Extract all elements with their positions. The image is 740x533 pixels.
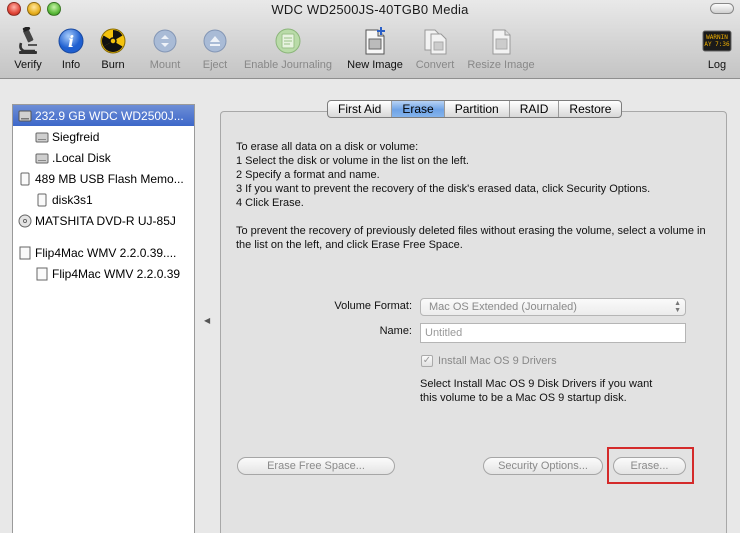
- resize-image-icon: [486, 26, 516, 56]
- sidebar-item-disk3s1[interactable]: disk3s1: [13, 189, 194, 210]
- security-options-button[interactable]: Security Options...: [483, 457, 603, 475]
- eject-label: Eject: [202, 59, 228, 71]
- os9-drivers-note: Select Install Mac OS 9 Disk Drivers if …: [420, 378, 653, 404]
- sidebar-item-local-disk[interactable]: .Local Disk: [13, 147, 194, 168]
- tab-partition[interactable]: Partition: [445, 101, 510, 117]
- mount-icon: [150, 26, 180, 56]
- os9-drivers-label: Install Mac OS 9 Drivers: [438, 355, 557, 367]
- split-view-handle-icon[interactable]: ◀: [204, 316, 210, 325]
- convert-label: Convert: [415, 59, 455, 71]
- sidebar-item-siegfreid[interactable]: Siegfreid: [13, 126, 194, 147]
- mount-button[interactable]: Mount: [145, 26, 185, 76]
- resize-image-label: Resize Image: [467, 59, 535, 71]
- instruction-line: 3 If you want to prevent the recovery of…: [236, 183, 651, 195]
- sidebar-item-label: Siegfreid: [52, 129, 100, 144]
- volume-format-select[interactable]: Mac OS Extended (Journaled) ▲ ▼: [420, 298, 686, 316]
- sidebar-item-label: .Local Disk: [52, 150, 111, 165]
- free-space-instructions: To prevent the recovery of previously de…: [236, 225, 706, 251]
- window-title: WDC WD2500JS-40TGB0 Media: [271, 2, 469, 17]
- dvd-icon: [18, 214, 32, 227]
- log-label: Log: [707, 59, 727, 71]
- disk-list[interactable]: 232.9 GB WDC WD2500J... Siegfreid .Local…: [12, 104, 195, 533]
- enable-journaling-label: Enable Journaling: [243, 59, 333, 71]
- sidebar-item-wdc-drive[interactable]: 232.9 GB WDC WD2500J...: [13, 105, 194, 126]
- log-button[interactable]: WARNIN AY 7:36 Log: [700, 26, 734, 76]
- log-icon-line-1: WARNIN: [706, 34, 728, 41]
- instruction-line: To erase all data on a disk or volume:: [236, 141, 419, 153]
- svg-text:i: i: [68, 32, 74, 51]
- name-label: Name:: [379, 325, 412, 337]
- new-image-label: New Image: [347, 59, 403, 71]
- sidebar-item-usb-flash[interactable]: 489 MB USB Flash Memo...: [13, 168, 194, 189]
- mount-label: Mount: [149, 59, 181, 71]
- log-icon: WARNIN AY 7:36: [702, 26, 732, 56]
- journaling-icon: [273, 26, 303, 56]
- hard-disk-icon: [18, 110, 32, 121]
- erase-instructions: To erase all data on a disk or volume: 1…: [236, 140, 650, 210]
- volume-icon: [35, 153, 49, 163]
- eject-button[interactable]: Eject: [197, 26, 233, 76]
- instruction-line: 2 Specify a format and name.: [236, 169, 380, 181]
- erase-button-highlight: [607, 447, 694, 484]
- volume-icon: [35, 132, 49, 142]
- volume-format-label: Volume Format:: [334, 300, 412, 312]
- tab-erase[interactable]: Erase: [392, 101, 445, 117]
- sidebar-item-label: 489 MB USB Flash Memo...: [35, 171, 184, 186]
- sidebar-item-label: Flip4Mac WMV 2.2.0.39....: [35, 245, 177, 260]
- select-arrows-icon: ▲ ▼: [674, 300, 681, 314]
- enable-journaling-button[interactable]: Enable Journaling: [240, 26, 336, 76]
- info-label: Info: [61, 59, 81, 71]
- disk-image-volume-icon: [36, 267, 48, 280]
- burn-button[interactable]: Burn: [96, 26, 130, 76]
- usb-drive-icon: [20, 172, 30, 185]
- verify-button[interactable]: Verify: [8, 26, 48, 76]
- instruction-line: 4 Click Erase.: [236, 197, 304, 209]
- tab-restore[interactable]: Restore: [559, 101, 621, 117]
- sidebar-item-dvd-drive[interactable]: MATSHITA DVD-R UJ-85J: [13, 210, 194, 231]
- new-image-icon: [360, 26, 390, 56]
- instruction-line: 1 Select the disk or volume in the list …: [236, 155, 469, 167]
- window-chrome: WDC WD2500JS-40TGB0 Media Verify i Info …: [0, 0, 740, 79]
- os9-drivers-checkbox[interactable]: ✓: [421, 355, 433, 367]
- tab-first-aid[interactable]: First Aid: [328, 101, 393, 117]
- volume-format-value: Mac OS Extended (Journaled): [429, 301, 577, 313]
- eject-icon: [200, 26, 230, 56]
- log-icon-line-2: AY 7:36: [704, 41, 730, 48]
- radiation-icon: [98, 26, 128, 56]
- sidebar-item-flip4mac-volume[interactable]: Flip4Mac WMV 2.2.0.39: [13, 263, 194, 284]
- sidebar-separator: [13, 231, 194, 242]
- info-button[interactable]: i Info: [54, 26, 88, 76]
- info-icon: i: [56, 26, 86, 56]
- sidebar-item-flip4mac-image[interactable]: Flip4Mac WMV 2.2.0.39....: [13, 242, 194, 263]
- convert-icon: [420, 26, 450, 56]
- erase-free-space-button[interactable]: Erase Free Space...: [237, 457, 395, 475]
- volume-name-input[interactable]: Untitled: [420, 323, 686, 343]
- sidebar-item-label: 232.9 GB WDC WD2500J...: [35, 108, 184, 123]
- new-image-button[interactable]: New Image: [343, 26, 407, 76]
- verify-label: Verify: [14, 59, 42, 71]
- resize-image-button[interactable]: Resize Image: [464, 26, 538, 76]
- disk-image-icon: [19, 246, 31, 259]
- tab-bar: First Aid Erase Partition RAID Restore: [327, 100, 623, 118]
- usb-volume-icon: [37, 193, 47, 206]
- sidebar-item-label: disk3s1: [52, 192, 93, 207]
- sidebar-item-label: Flip4Mac WMV 2.2.0.39: [52, 266, 181, 281]
- sidebar-item-label: MATSHITA DVD-R UJ-85J: [35, 213, 176, 228]
- toolbar: Verify i Info Burn Mount Eject Enable Jo…: [0, 26, 740, 76]
- microscope-icon: [13, 26, 43, 56]
- tab-raid[interactable]: RAID: [510, 101, 560, 117]
- burn-label: Burn: [101, 59, 125, 71]
- convert-button[interactable]: Convert: [412, 26, 458, 76]
- toolbar-toggle-button[interactable]: [710, 3, 734, 14]
